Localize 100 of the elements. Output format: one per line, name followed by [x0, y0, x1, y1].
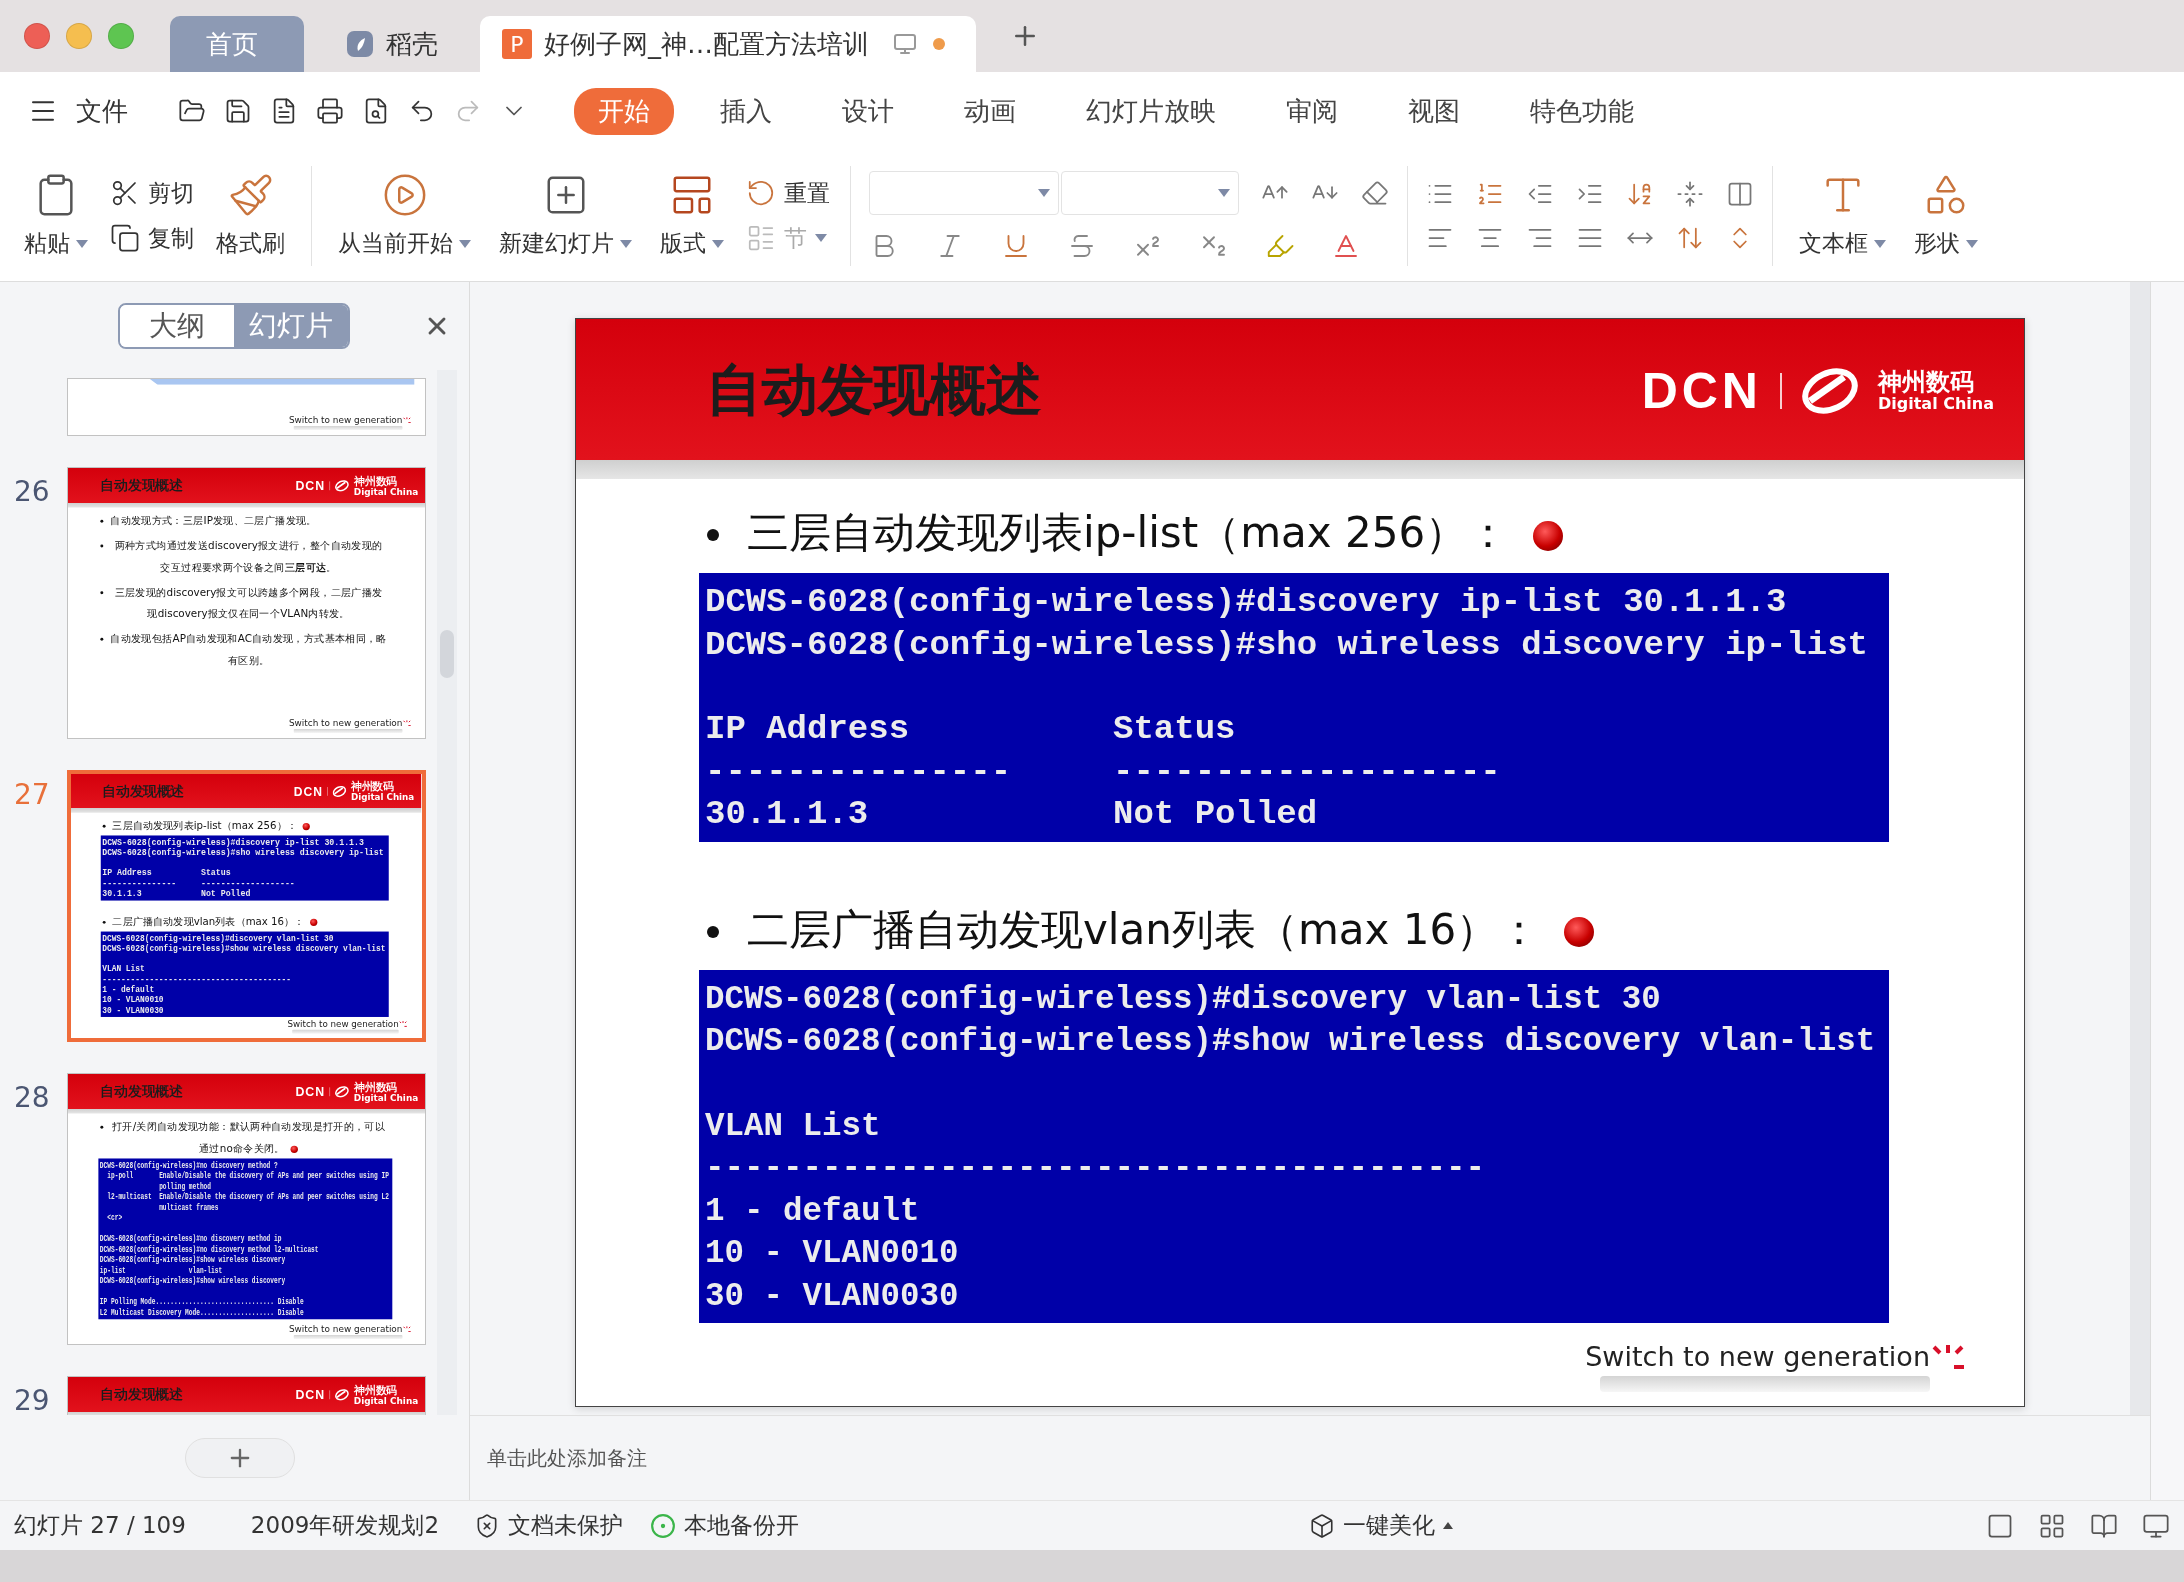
slide-number: 28: [13, 1080, 51, 1114]
terminal-line: DCWS-6028(config-wireless)#discovery vlan-list 30: [705, 978, 1661, 1020]
terminal-line: l2-multicast Enable/Disable the discovery of APs and peer switches using L2: [106, 1192, 389, 1203]
view-toggle[interactable]: 大纲: [120, 305, 234, 347]
copy-button[interactable]: 复制: [110, 222, 194, 254]
bullet-text: 三层自动发现列表ip-list（max 256）：: [747, 489, 1564, 578]
bullet-text: 自动发现包括AP自动发现和AC自动发现，方式基本相同，略有区别。: [110, 631, 387, 669]
menu-tab[interactable]: 插入: [696, 87, 796, 135]
menu-tab[interactable]: 幻灯片放映: [1062, 87, 1240, 135]
cut-button[interactable]: 剪切: [110, 177, 194, 209]
terminal-line: IP Address Status: [705, 709, 1236, 751]
format-painter-button[interactable]: 格式刷: [202, 172, 299, 259]
logo-text: 神州数码: [353, 1383, 398, 1396]
menu-tab[interactable]: 审阅: [1262, 87, 1362, 135]
footer-text: Switch to new generation: [1585, 1341, 1930, 1372]
bullet-text: 三层发现的discovery报文可以跨越多个网段，二层广播发现discovery报文仅在同一个VLAN内转发。: [113, 584, 384, 622]
terminal-line: 1 - default: [102, 984, 155, 996]
logo-text: Digital China: [1878, 395, 1994, 413]
backup-icon: [650, 1512, 677, 1539]
bullet-icon: [100, 519, 104, 523]
swoosh-icon: [334, 1388, 350, 1401]
slide-thumbnail[interactable]: [67, 770, 426, 1042]
bullet-icon: [100, 637, 104, 641]
terminal-line: 30.1.1.3 Not Polled: [102, 888, 251, 900]
beautify-button[interactable]: 一键美化: [1309, 1510, 1454, 1541]
logo-wordmark: DCN: [295, 1387, 326, 1402]
menu-tab[interactable]: 特色功能: [1506, 87, 1658, 135]
terminal-line: 1 - default: [705, 1190, 920, 1232]
terminal-line: DCWS-6028(config-wireless)#no discovery method ?: [99, 1160, 278, 1171]
terminal-line: DCWS-6028(config-wireless)#no discovery method l2-multicast: [99, 1244, 319, 1255]
new-slide-button[interactable]: 新建幻灯片: [485, 172, 646, 259]
monitor-icon: [893, 32, 917, 56]
terminal-line: IP Polling Mode................................ Disable: [99, 1296, 304, 1308]
footer-text: Switch to new generation: [288, 414, 403, 426]
bullet-icon: [100, 544, 104, 548]
terminal-line: ip-poll Enable/Disable the discovery of APs and peer switches using IP: [106, 1171, 389, 1182]
menu-tab[interactable]: 动画: [940, 87, 1040, 135]
slide-counter: 幻灯片 27 / 109: [14, 1511, 186, 1540]
file-menu[interactable]: 文件: [28, 93, 128, 129]
slide-title: 自动发现概述: [706, 356, 1042, 424]
terminal-line: ----------------------------------------: [705, 1148, 1486, 1190]
swoosh-icon: [334, 479, 350, 492]
terminal-line: --------------- -------------------: [102, 878, 295, 889]
slide-thumbnail[interactable]: Switch to new generation: [67, 378, 426, 436]
starburst-icon: [1932, 1344, 1964, 1369]
terminal-line: IP Address Status: [102, 868, 231, 879]
text-box-button[interactable]: 文本框: [1785, 172, 1900, 259]
slide-thumbnail[interactable]: [67, 467, 426, 739]
menu-tab[interactable]: 设计: [818, 87, 918, 135]
document-tab[interactable]: P 好例子网_神…配置方法培训: [480, 16, 976, 72]
paste-button[interactable]: 粘贴: [10, 172, 102, 259]
theme-name: 2009年研发规划2: [250, 1511, 440, 1540]
play-button[interactable]: 从当前开始: [324, 172, 485, 259]
slide-number: 29: [13, 1383, 51, 1415]
swoosh-icon: [334, 1085, 350, 1098]
swoosh-icon: [1800, 367, 1860, 415]
logo-wordmark: DCN: [1641, 362, 1762, 420]
bullet-icon: [102, 824, 106, 828]
terminal-line: DCWS-6028(config-wireless)#discovery vlan-list 30: [102, 933, 334, 944]
align-text-icon[interactable]: [1676, 179, 1704, 208]
protection-status[interactable]: 文档未保护: [474, 1510, 624, 1541]
slide-thumbnail[interactable]: [67, 1073, 426, 1345]
layout-button[interactable]: 版式: [646, 172, 738, 259]
logo-wordmark: DCN: [295, 1084, 326, 1099]
logo-text: Digital China: [351, 792, 415, 803]
scrollbar[interactable]: [2130, 282, 2150, 1415]
font-field[interactable]: [869, 170, 1059, 215]
caret-icon: [1038, 188, 1050, 197]
menu-tab[interactable]: 视图: [1384, 87, 1484, 135]
bullet-text: 自动发现方式：三层IP发现、二层广播发现。: [110, 513, 317, 529]
terminal-line: 10 - VLAN0010: [102, 995, 164, 1006]
backup-status[interactable]: 本地备份开: [650, 1510, 800, 1541]
scrollbar[interactable]: [437, 370, 457, 1415]
cube-icon: [1309, 1512, 1336, 1539]
terminal-line: ip-list vlan-list: [99, 1265, 223, 1276]
bullet-icon: [707, 925, 719, 938]
reset-icon: [746, 178, 776, 208]
terminal-line: DCWS-6028(config-wireless)#discovery ip-list 30.1.1.3: [705, 582, 1787, 624]
logo-text: Digital China: [353, 486, 419, 497]
print-icon[interactable]: [316, 97, 344, 125]
logo-text: Digital China: [353, 1092, 419, 1103]
terminal-line: polling method: [158, 1181, 212, 1192]
font-size-field[interactable]: [1061, 170, 1239, 215]
bullet-icon: [102, 920, 106, 924]
terminal-line: L2 Multicast Discovery Mode.................... Disable: [99, 1307, 304, 1318]
reset-button[interactable]: 重置: [746, 177, 830, 209]
slide-title: 自动发现概述: [100, 1082, 184, 1102]
logo-text: 神州数码: [353, 1080, 398, 1093]
slide-title: 自动发现概述: [102, 782, 184, 801]
bullet-icon: [100, 591, 104, 595]
slide-thumbnail[interactable]: 自动发现概述 DCN 神州数码 Digital China: [67, 1376, 426, 1415]
notes-placeholder[interactable]: 单击此处添加备注: [487, 1444, 647, 1472]
shape-button[interactable]: 形状: [1900, 172, 1992, 259]
terminal-line: VLAN List: [705, 1105, 881, 1147]
footer-text: Switch to new generation: [288, 717, 403, 729]
docer-tab[interactable]: 稻壳: [310, 16, 474, 72]
save-icon[interactable]: [224, 97, 252, 125]
terminal-line: 30 - VLAN0030: [102, 1005, 164, 1016]
caret-icon: [1443, 1522, 1454, 1529]
close-window-button[interactable]: [24, 23, 50, 49]
